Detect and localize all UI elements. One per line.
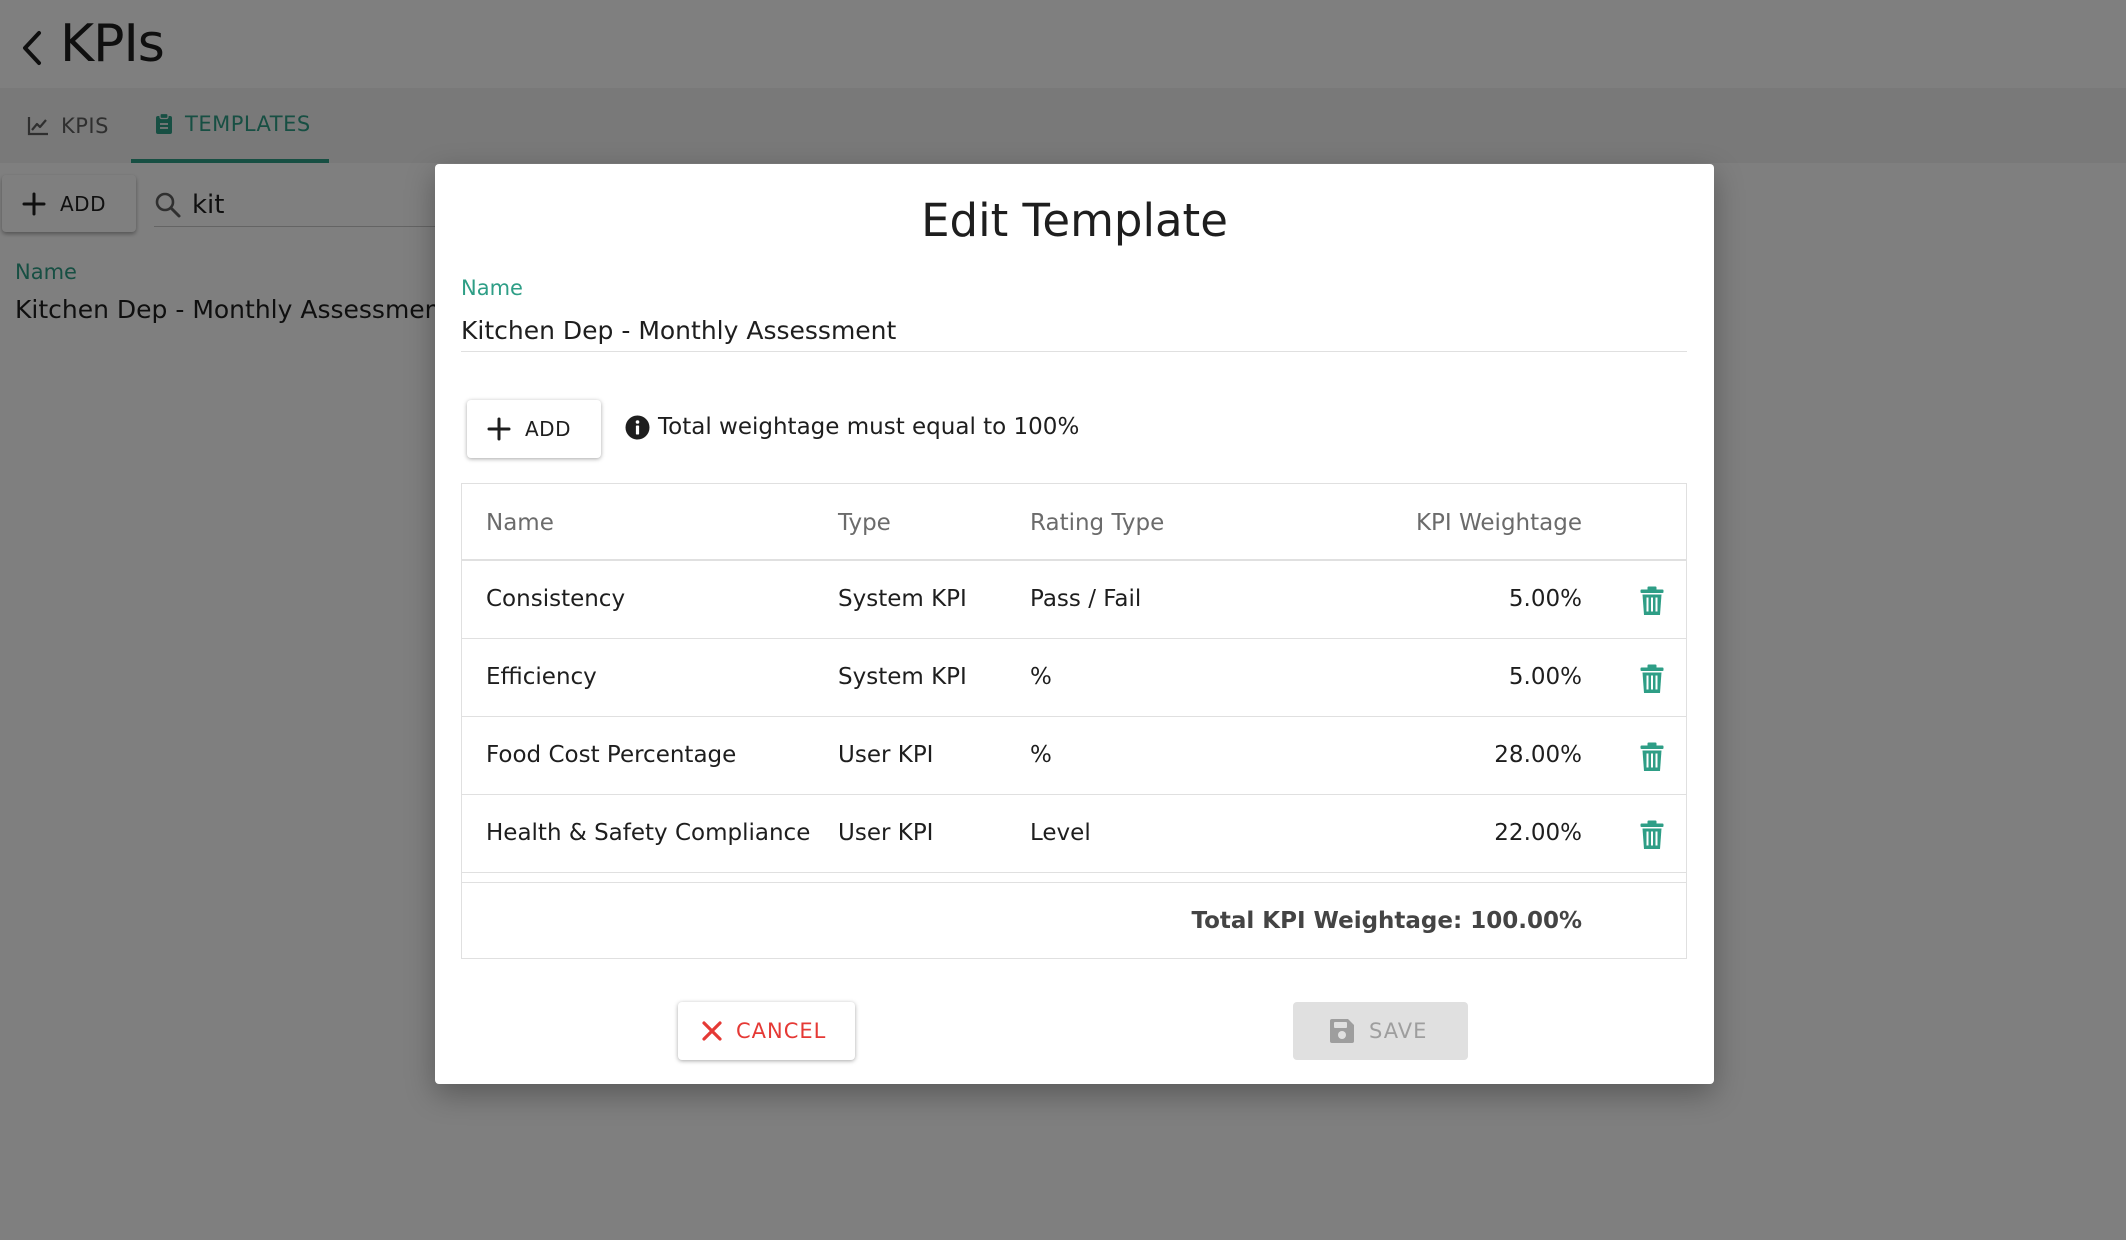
kpi-weightage: 5.00% bbox=[1508, 586, 1582, 612]
name-field-label: Name bbox=[461, 276, 523, 300]
table-row[interactable]: Consistency System KPI Pass / Fail 5.00% bbox=[462, 561, 1686, 639]
kpi-rating-type: % bbox=[1030, 664, 1052, 690]
table-row[interactable]: Food Cost Percentage User KPI % 28.00% bbox=[462, 717, 1686, 795]
total-weightage: Total KPI Weightage: 100.00% bbox=[1191, 908, 1582, 934]
weightage-hint: Total weightage must equal to 100% bbox=[625, 414, 1079, 440]
name-input[interactable] bbox=[461, 310, 1687, 352]
kpi-rating-type: Level bbox=[1030, 820, 1091, 846]
column-header-name[interactable]: Name bbox=[486, 510, 554, 536]
column-header-weightage[interactable]: KPI Weightage bbox=[1416, 510, 1582, 536]
close-icon bbox=[702, 1021, 722, 1041]
total-row: Total KPI Weightage: 100.00% bbox=[462, 882, 1686, 958]
delete-kpi-button[interactable] bbox=[1638, 663, 1666, 695]
cancel-button[interactable]: CANCEL bbox=[678, 1002, 855, 1060]
table-header: Name Type Rating Type KPI Weightage bbox=[462, 484, 1686, 561]
kpi-name: Consistency bbox=[486, 586, 626, 612]
save-label: SAVE bbox=[1369, 1019, 1428, 1043]
table-row[interactable]: Efficiency System KPI % 5.00% bbox=[462, 639, 1686, 717]
trash-icon bbox=[1640, 586, 1664, 615]
kpi-type: User KPI bbox=[838, 742, 934, 768]
dialog-title: Edit Template bbox=[921, 194, 1228, 247]
trash-icon bbox=[1640, 742, 1664, 771]
weightage-hint-text: Total weightage must equal to 100% bbox=[658, 414, 1080, 440]
delete-kpi-button[interactable] bbox=[1638, 741, 1666, 773]
trash-icon bbox=[1640, 820, 1664, 849]
column-header-type[interactable]: Type bbox=[838, 510, 891, 536]
kpi-name: Food Cost Percentage bbox=[486, 742, 737, 768]
kpi-type: System KPI bbox=[838, 586, 967, 612]
column-header-rating-type[interactable]: Rating Type bbox=[1030, 510, 1164, 536]
add-kpi-label: ADD bbox=[525, 417, 571, 441]
table-row[interactable]: Health & Safety Compliance User KPI Level 2… bbox=[462, 795, 1686, 873]
kpi-weightage: 5.00% bbox=[1508, 664, 1582, 690]
kpi-name: Efficiency bbox=[486, 664, 597, 690]
save-button[interactable]: SAVE bbox=[1293, 1002, 1468, 1060]
kpi-table: Name Type Rating Type KPI Weightage Cons… bbox=[461, 483, 1687, 959]
floppy-disk-icon bbox=[1330, 1019, 1354, 1043]
kpi-rating-type: Pass / Fail bbox=[1030, 586, 1142, 612]
kpi-type: User KPI bbox=[838, 820, 934, 846]
kpi-weightage: 22.00% bbox=[1494, 820, 1582, 846]
info-icon bbox=[625, 415, 650, 439]
kpi-weightage: 28.00% bbox=[1494, 742, 1582, 768]
cancel-label: CANCEL bbox=[736, 1019, 827, 1043]
kpi-name: Health & Safety Compliance bbox=[486, 820, 811, 846]
plus-icon bbox=[487, 417, 511, 441]
add-kpi-button[interactable]: ADD bbox=[467, 400, 601, 458]
kpi-type: System KPI bbox=[838, 664, 967, 690]
edit-template-dialog: Edit Template Name ADD Total weightage m… bbox=[435, 164, 1714, 1084]
trash-icon bbox=[1640, 664, 1664, 693]
kpi-rating-type: % bbox=[1030, 742, 1052, 768]
delete-kpi-button[interactable] bbox=[1638, 585, 1666, 617]
delete-kpi-button[interactable] bbox=[1638, 819, 1666, 851]
